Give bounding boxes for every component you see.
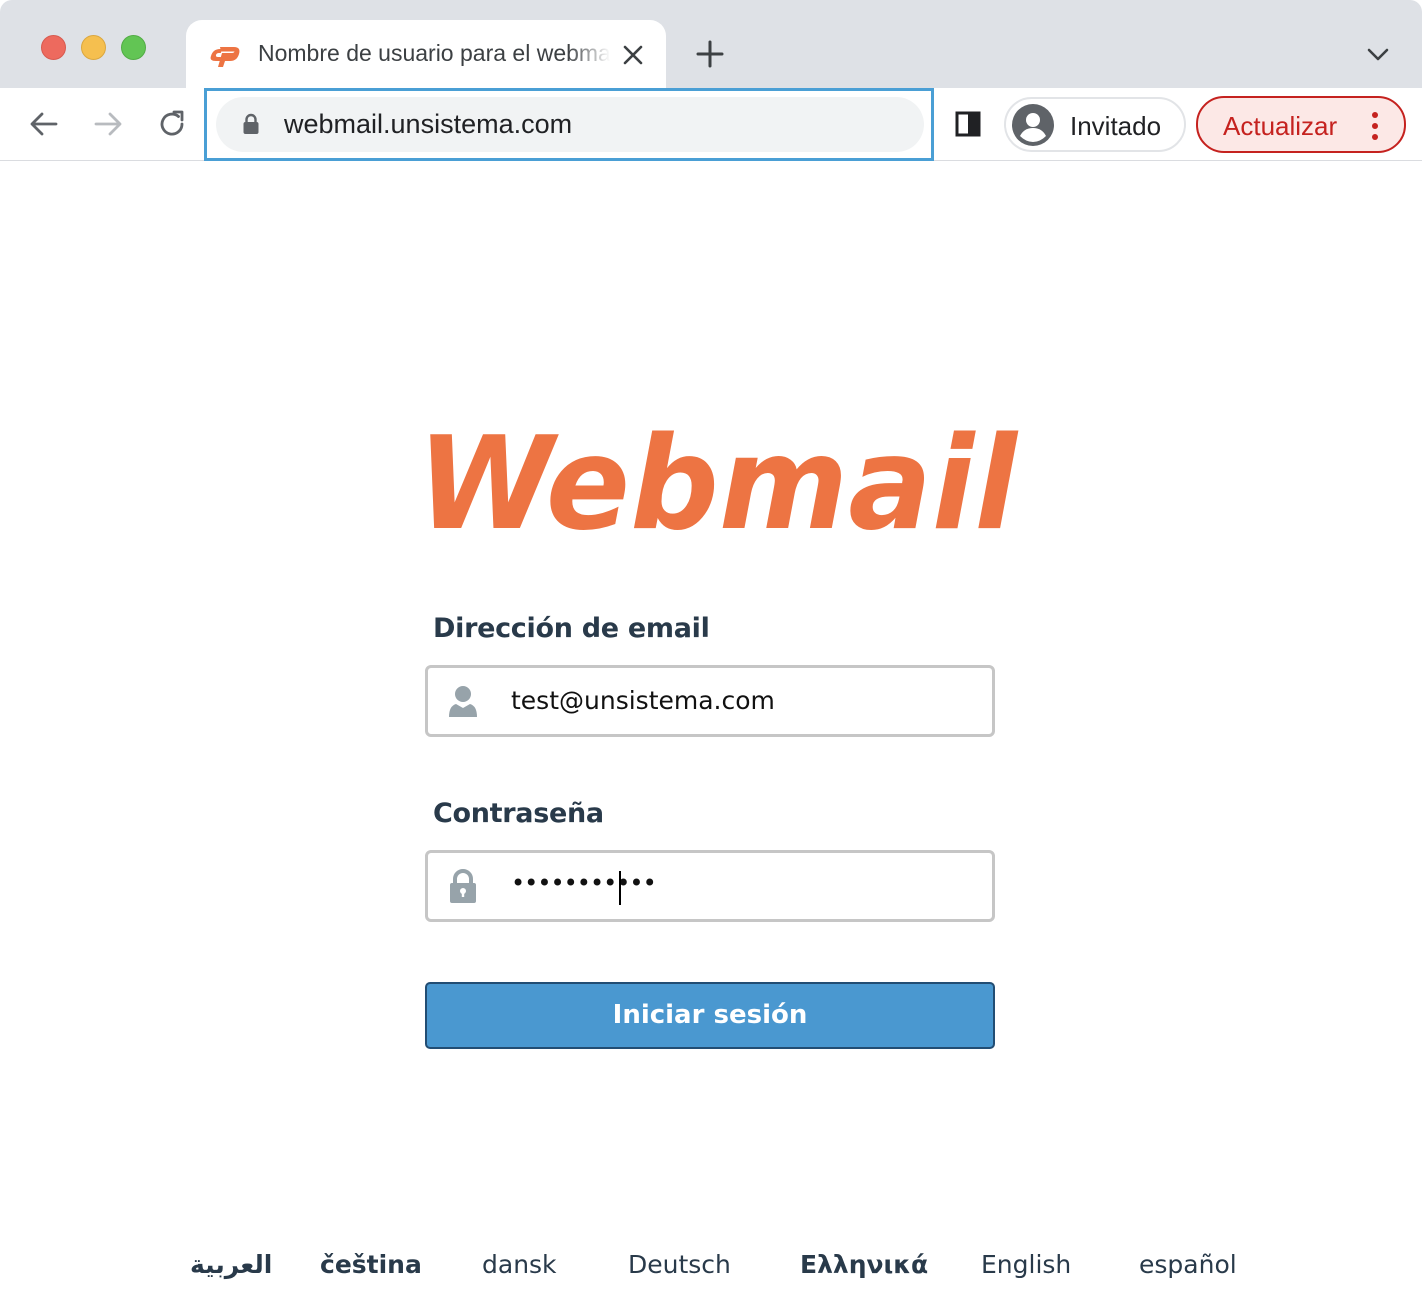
tab-search-chevron-icon[interactable] <box>1364 42 1392 66</box>
close-tab-icon[interactable] <box>620 42 646 68</box>
webmail-logo-text: Webmail <box>417 428 1019 536</box>
language-link-english[interactable]: English <box>981 1250 1071 1279</box>
password-field[interactable]: ••••••••••• <box>425 850 995 922</box>
language-link-danish[interactable]: dansk <box>482 1250 557 1279</box>
tab-strip: Nombre de usuario para el webmail <box>0 0 1422 88</box>
side-panel-icon[interactable] <box>954 110 982 138</box>
browser-toolbar: webmail.unsistema.com Invitado Actualiza… <box>0 88 1422 161</box>
text-caret <box>619 871 621 905</box>
update-label: Actualizar <box>1223 111 1338 141</box>
language-link-czech[interactable]: čeština <box>320 1250 422 1279</box>
login-button[interactable]: Iniciar sesión <box>425 982 995 1049</box>
cpanel-favicon-icon <box>210 47 240 67</box>
webmail-logo: Webmail <box>417 428 1019 536</box>
maximize-window-button[interactable] <box>121 35 146 60</box>
padlock-icon <box>450 869 476 903</box>
email-label: Dirección de email <box>433 613 710 644</box>
url-text: webmail.unsistema.com <box>284 109 573 139</box>
password-mask: ••••••••••• <box>511 869 657 897</box>
forward-arrow-icon[interactable] <box>90 106 126 142</box>
language-link-greek[interactable]: Ελληνικά <box>800 1250 928 1279</box>
password-label: Contraseña <box>433 798 604 829</box>
update-button[interactable]: Actualizar <box>1196 96 1406 153</box>
language-link-spanish[interactable]: español <box>1139 1250 1237 1279</box>
email-value: test@unsistema.com <box>511 686 775 715</box>
new-tab-icon[interactable] <box>694 38 726 70</box>
reload-icon[interactable] <box>154 106 190 142</box>
language-selector: العربية čeština dansk Deutsch Ελληνικά E… <box>0 1250 1422 1290</box>
address-bar[interactable]: webmail.unsistema.com <box>216 97 924 152</box>
tab-title: Nombre de usuario para el webmail <box>258 40 610 66</box>
minimize-window-button[interactable] <box>81 35 106 60</box>
user-icon <box>449 686 477 717</box>
back-arrow-icon[interactable] <box>26 106 62 142</box>
active-tab[interactable]: Nombre de usuario para el webmail <box>186 20 666 88</box>
guest-avatar-icon <box>1012 104 1054 146</box>
close-window-button[interactable] <box>41 35 66 60</box>
kebab-menu-icon[interactable] <box>1368 110 1382 142</box>
language-link-arabic[interactable]: العربية <box>190 1250 272 1279</box>
lock-icon[interactable] <box>242 113 260 135</box>
profile-label: Invitado <box>1070 111 1162 141</box>
language-link-german[interactable]: Deutsch <box>628 1250 731 1279</box>
profile-button[interactable]: Invitado <box>1004 97 1186 152</box>
email-field[interactable]: test@unsistema.com <box>425 665 995 737</box>
